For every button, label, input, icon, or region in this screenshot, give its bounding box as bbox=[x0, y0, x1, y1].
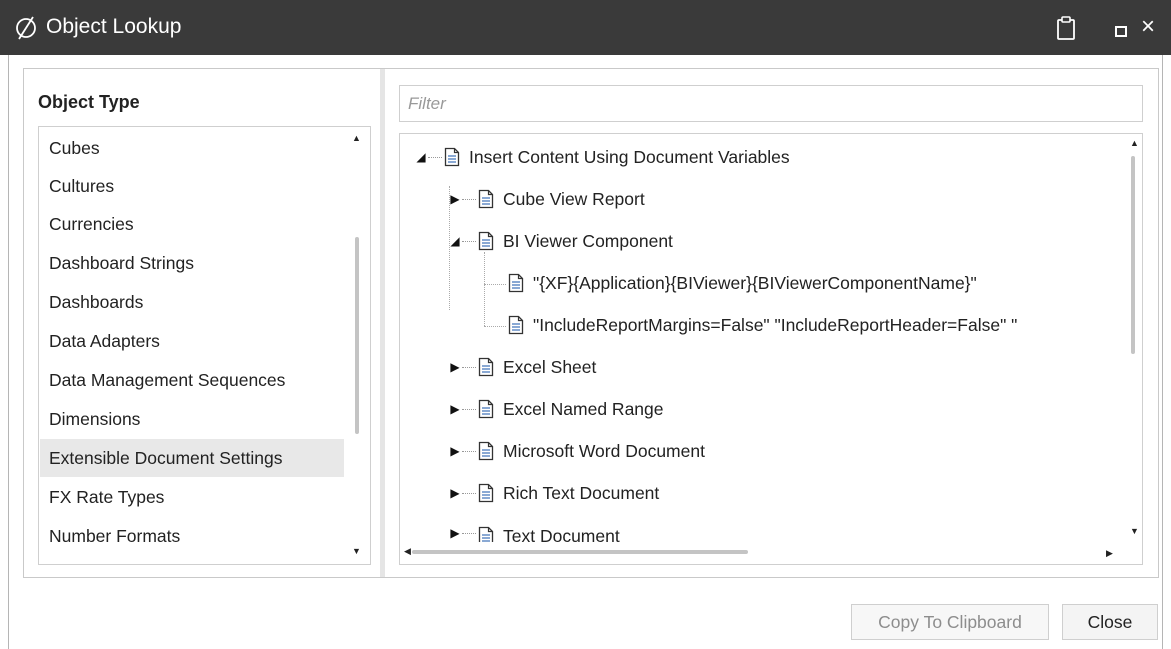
tree-node-label: Microsoft Word Document bbox=[503, 440, 705, 461]
scroll-up-arrow-icon[interactable]: ▲ bbox=[1130, 138, 1139, 148]
scroll-left-arrow-icon[interactable]: ◀ bbox=[404, 546, 411, 557]
object-type-item[interactable]: Data Adapters bbox=[40, 322, 344, 360]
tree-connector bbox=[484, 252, 485, 326]
document-icon bbox=[508, 273, 524, 293]
tree-node-label: BI Viewer Component bbox=[503, 230, 673, 251]
tree-view[interactable]: ◢ Insert Content Using Document Variable… bbox=[399, 133, 1143, 565]
horizontal-scrollbar-thumb[interactable] bbox=[412, 550, 748, 554]
vertical-scrollbar-thumb[interactable] bbox=[355, 237, 359, 434]
tree-pane: ◢ Insert Content Using Document Variable… bbox=[385, 69, 1158, 577]
tree-node-label: Excel Sheet bbox=[503, 356, 597, 377]
tree-leaf[interactable]: "IncludeReportMargins=False" "IncludeRep… bbox=[508, 304, 1017, 346]
app-logo-icon bbox=[16, 16, 36, 40]
object-type-item[interactable]: Currencies bbox=[40, 205, 344, 243]
collapsed-arrow-icon[interactable]: ▶ bbox=[448, 402, 462, 416]
document-icon bbox=[478, 441, 494, 461]
document-icon bbox=[478, 526, 494, 542]
collapsed-arrow-icon[interactable]: ▶ bbox=[448, 526, 462, 540]
copy-to-clipboard-button[interactable]: Copy To Clipboard bbox=[851, 604, 1049, 640]
tree-node-label: Excel Named Range bbox=[503, 398, 664, 419]
tree-node-label: Rich Text Document bbox=[503, 482, 660, 503]
expanded-arrow-icon[interactable]: ◢ bbox=[448, 234, 462, 248]
object-type-list[interactable]: Cubes Cultures Currencies Dashboard Stri… bbox=[38, 126, 371, 565]
document-icon bbox=[444, 147, 460, 167]
tree-dash bbox=[462, 533, 476, 534]
object-type-item[interactable]: FX Rate Types bbox=[40, 478, 344, 516]
window-border-right bbox=[1162, 55, 1163, 649]
tree-node-label: Cube View Report bbox=[503, 188, 645, 209]
tree-dash bbox=[428, 156, 442, 158]
document-icon bbox=[478, 357, 494, 377]
object-type-item[interactable]: Dashboard Strings bbox=[40, 244, 344, 282]
scroll-down-arrow-icon[interactable]: ▼ bbox=[1130, 526, 1139, 536]
tree-node-label: "{XF}{Application}{BIViewer}{BIViewerCom… bbox=[533, 272, 977, 293]
object-type-item[interactable]: Dimensions bbox=[40, 400, 344, 438]
tree-dash bbox=[462, 366, 476, 368]
object-type-item[interactable]: Data Management Sequences bbox=[40, 361, 344, 399]
tree-node-label: Text Document bbox=[503, 526, 620, 542]
collapsed-arrow-icon[interactable]: ▶ bbox=[448, 444, 462, 458]
tree-dash bbox=[462, 492, 476, 494]
scroll-down-arrow-icon[interactable]: ▼ bbox=[352, 546, 361, 556]
collapsed-arrow-icon[interactable]: ▶ bbox=[448, 192, 462, 206]
collapsed-arrow-icon[interactable]: ▶ bbox=[448, 486, 462, 500]
tree-dash bbox=[462, 198, 476, 200]
tree-dash bbox=[462, 450, 476, 452]
tree-dash bbox=[462, 408, 476, 410]
tree-dash bbox=[462, 240, 476, 242]
tree-connector bbox=[484, 284, 506, 285]
title-bar: Object Lookup × bbox=[0, 0, 1171, 55]
object-type-item-selected[interactable]: Extensible Document Settings bbox=[40, 439, 344, 477]
collapsed-arrow-icon[interactable]: ▶ bbox=[448, 360, 462, 374]
object-type-header: Object Type bbox=[38, 92, 140, 112]
document-icon bbox=[478, 189, 494, 209]
close-icon[interactable]: × bbox=[1141, 14, 1155, 40]
tree-connector bbox=[484, 326, 506, 327]
tree-node[interactable]: ◢ BI Viewer Component bbox=[448, 220, 673, 262]
document-icon bbox=[478, 231, 494, 251]
tree-node[interactable]: ▶ Text Document bbox=[448, 514, 620, 542]
document-icon bbox=[508, 315, 524, 335]
vertical-scrollbar-thumb[interactable] bbox=[1131, 156, 1135, 354]
object-type-item[interactable]: Number Formats bbox=[40, 517, 344, 555]
tree-node[interactable]: ▶ Excel Named Range bbox=[448, 388, 664, 430]
expanded-arrow-icon[interactable]: ◢ bbox=[414, 150, 428, 164]
object-type-item[interactable]: Cubes bbox=[40, 129, 344, 167]
tree-node-root[interactable]: ◢ Insert Content Using Document Variable… bbox=[414, 136, 790, 178]
tree-leaf[interactable]: "{XF}{Application}{BIViewer}{BIViewerCom… bbox=[508, 262, 977, 304]
tree-node-label: "IncludeReportMargins=False" "IncludeRep… bbox=[533, 314, 1018, 335]
tree-node[interactable]: ▶ Cube View Report bbox=[448, 178, 645, 220]
clipboard-icon[interactable] bbox=[1056, 16, 1076, 40]
scroll-up-arrow-icon[interactable]: ▲ bbox=[352, 133, 361, 143]
window-title: Object Lookup bbox=[46, 15, 182, 38]
document-icon bbox=[478, 483, 494, 503]
content-area: Object Type Cubes Cultures Currencies Da… bbox=[23, 68, 1159, 578]
document-icon bbox=[478, 399, 494, 419]
maximize-icon[interactable] bbox=[1115, 26, 1127, 37]
tree-node-label: Insert Content Using Document Variables bbox=[469, 146, 790, 167]
object-type-item[interactable]: Cultures bbox=[40, 167, 344, 205]
close-button[interactable]: Close bbox=[1062, 604, 1158, 640]
scroll-right-arrow-icon[interactable]: ▶ bbox=[1106, 548, 1113, 559]
object-type-item[interactable]: Dashboards bbox=[40, 283, 344, 321]
tree-node[interactable]: ▶ Excel Sheet bbox=[448, 346, 596, 388]
window-border-left bbox=[8, 55, 9, 649]
object-type-pane: Object Type Cubes Cultures Currencies Da… bbox=[24, 69, 380, 577]
tree-node[interactable]: ▶ Microsoft Word Document bbox=[448, 430, 705, 472]
filter-input[interactable] bbox=[399, 85, 1143, 122]
tree-node[interactable]: ▶ Rich Text Document bbox=[448, 472, 659, 514]
